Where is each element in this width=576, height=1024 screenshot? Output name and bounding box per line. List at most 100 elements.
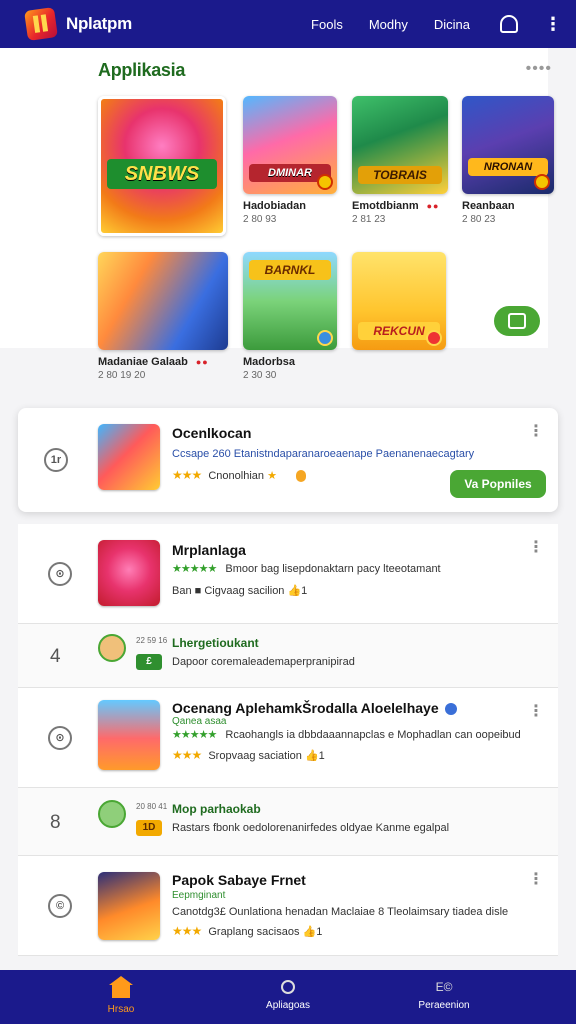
nav-label: Apliagoas [266,1000,310,1011]
app-title: Papok Sabaye Frnet [172,872,306,888]
app-name: Emotdbianm ●● [352,200,440,212]
app-title: Ocenang AplehamkŠrodalla Aloelelhaye [172,700,457,716]
rank-icon: © [48,894,72,918]
app-title: Nplatpm [66,14,132,33]
app-stats: 2 81 23 [352,214,386,225]
app-badge-icon [426,330,442,346]
apps-icon [281,980,295,994]
app-stats: 2 80 23 [462,214,496,225]
star-rating-icon: ★★★★★ [172,563,217,575]
list-item[interactable]: ⊙ Ocenang AplehamkŠrodalla Aloelelhaye Q… [18,688,558,788]
app-title: Mrplanlaga [172,542,246,558]
app-meta: Ban ■ Cigvaag sacilion 👍1 [172,585,308,597]
app-stats: 2 80 19 20 [98,370,146,381]
featured-app-card[interactable]: 1r Ocenlkocan Ccsape 260 Etanistndaparan… [18,408,558,512]
list-item[interactable]: © Papok Sabaye Frnet Eepmginant Canotdg3… [18,856,558,956]
kebab-menu-icon[interactable]: ⋮ [528,540,544,556]
app-description: ★★★★★ Rcaohangls ia dbbdaaannapclas e Mo… [172,729,521,741]
rating-text: Cnonolhian [208,470,264,482]
app-subtitle: Eepmginant [172,890,226,901]
app-description: Canotdg3£ Ounlationa henadan Maclaiae 8 … [172,906,509,918]
app-description: Rastars fbonk oedolorenanirfedes oldyae … [172,822,450,834]
app-art-title: NRONAN [468,158,548,176]
app-badge-icon [534,174,550,190]
nav-link-fools[interactable]: Fools [311,17,343,32]
app-id: 22 59 16 [136,636,168,645]
app-art-title: BARNKL [249,260,331,280]
app-name: Hadobiadan [243,200,306,212]
section-title: Applikasia [98,60,186,80]
home-icon [109,976,133,998]
thumbs-up-icon: ★ [267,470,277,482]
star-rating-icon: ★★★ [172,924,202,938]
app-description: Ccsape 260 Etanistndaparanaroeaenape Pae… [172,448,475,460]
nav-home[interactable]: Hrsao [96,976,146,1015]
nav-label: Hrsao [107,1004,135,1015]
app-description: Dapoor coremaleademaperpranipirad [172,656,355,668]
app-tile[interactable]: Madaniae Galaab ●● 2 80 19 20 [98,252,228,381]
nav-apps[interactable]: Apliagoas [252,980,324,1011]
rank-icon: ⊙ [48,726,72,750]
popular-button[interactable]: Va Popniles [450,470,546,498]
app-art-title: TOBRAIS [358,166,442,184]
nav-link-dicina[interactable]: Dicina [434,17,470,32]
list-item[interactable]: ⊙ Mrplanlaga ★★★★★ Bmoor bag lisepdonakt… [18,524,558,624]
app-thumbnail [98,424,160,490]
bottom-nav: Hrsao Apliagoas E© Peraeenion [0,970,576,1024]
kebab-menu-icon[interactable]: ⋮ [528,872,544,888]
app-name: Reanbaan [462,200,515,212]
app-badge-icon [317,330,333,346]
nav-label: Peraeenion [418,1000,470,1011]
section-more-icon[interactable]: •••• [526,60,552,78]
rank-number: 8 [50,812,61,833]
download-box-icon [508,313,526,329]
app-meta: ★★★ Sropvaag saciation 👍1 [172,748,325,762]
kebab-menu-icon[interactable]: ⋮ [544,15,562,33]
kebab-menu-icon[interactable]: ⋮ [528,704,544,720]
star-rating-icon: ★★★ [172,468,202,482]
app-rating: ★★★ Cnonolhian ★ [172,468,306,483]
app-logo-icon[interactable] [24,7,58,41]
app-thumbnail [98,540,160,606]
coin-icon [296,470,306,483]
tag-badge: £ [136,654,162,670]
app-tile[interactable]: BARNKL Madorbsa 2 30 30 [243,252,337,381]
avatar [98,634,126,662]
app-meta: ★★★ Graplang sacisaos 👍1 [172,924,323,938]
app-subtitle: Qanea asaa [172,716,227,727]
star-rating-icon: ★★★ [172,748,202,762]
app-thumbnail [98,700,160,770]
kebab-menu-icon[interactable]: ⋮ [528,424,544,440]
app-title: Mop parhaokab [172,802,261,816]
app-thumbnail [98,872,160,940]
app-badge-icon [317,174,333,190]
app-tile[interactable]: NRONAN Reanbaan 2 80 23 [462,96,554,225]
app-stats: 2 30 30 [243,370,277,381]
app-description: ★★★★★ Bmoor bag lisepdonaktarn pacy ltee… [172,563,441,575]
rank-icon: ⊙ [48,562,72,586]
verified-icon [444,703,457,716]
rank-badge: 1r [44,448,68,472]
download-box-button[interactable] [494,306,540,336]
app-art-title: SNBWS [107,159,217,189]
app-stats: 2 80 93 [243,214,277,225]
app-name: Madorbsa [243,356,295,368]
bell-icon[interactable] [500,15,518,33]
star-rating-icon: ★★★★★ [172,729,217,741]
list-item[interactable]: 4 22 59 16 £ Lhergetioukant Dapoor corem… [18,624,558,688]
top-nav: Fools Modhy Dicina ⋮ [311,15,562,33]
profile-icon: E© [435,980,453,994]
list-item[interactable]: 8 20 80 41 1D Mop parhaokab Rastars fbon… [18,788,558,856]
rank-number: 4 [50,646,61,667]
app-tile[interactable]: REKCUN [352,252,446,350]
app-tile[interactable]: TOBRAIS Emotdbianm ●● 2 81 23 [352,96,448,225]
app-id: 20 80 41 [136,802,168,811]
app-title: Lhergetioukant [172,636,259,650]
app-tile[interactable]: SNBWS [98,96,226,236]
nav-link-modhy[interactable]: Modhy [369,17,408,32]
tag-badge: 1D [136,820,162,836]
nav-profile[interactable]: E© Peraeenion [404,980,484,1011]
app-tile[interactable]: DMINAR Hadobiadan 2 80 93 [243,96,337,225]
app-title: Ocenlkocan [172,425,252,441]
app-name: Madaniae Galaab ●● [98,356,209,368]
